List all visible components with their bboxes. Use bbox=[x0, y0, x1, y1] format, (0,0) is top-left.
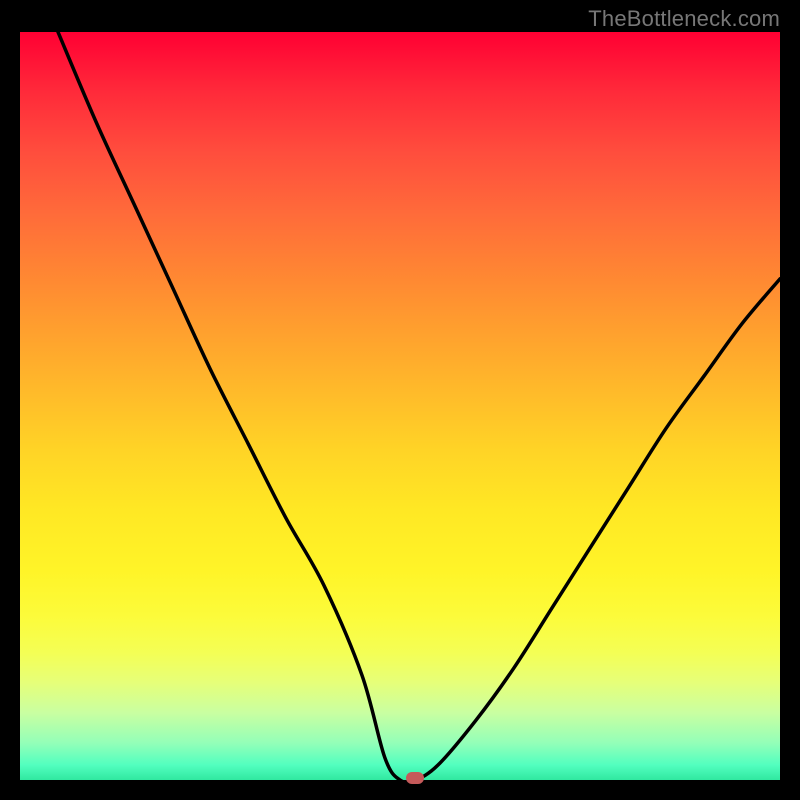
watermark-text: TheBottleneck.com bbox=[588, 6, 780, 32]
optimal-point-marker bbox=[406, 772, 424, 784]
chart-container: TheBottleneck.com bbox=[0, 0, 800, 800]
plot-area bbox=[20, 32, 780, 780]
bottleneck-curve bbox=[20, 32, 780, 780]
